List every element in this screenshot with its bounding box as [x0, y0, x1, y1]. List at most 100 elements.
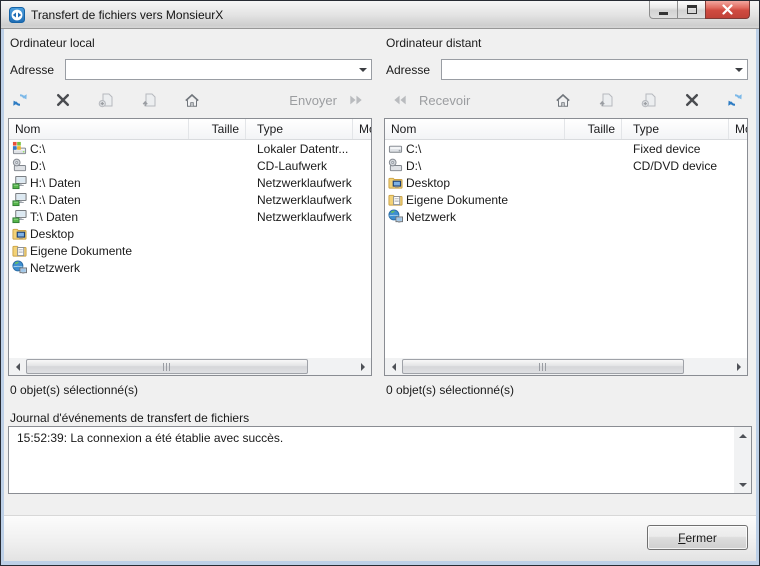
action-label: Recevoir	[419, 92, 471, 108]
column-header-taille[interactable]: Taille	[565, 119, 622, 139]
file-row[interactable]: C:\ Fixed device	[385, 140, 747, 157]
maximize-button[interactable]	[677, 1, 706, 19]
parent-folder-button	[598, 92, 615, 109]
chevron-down-icon[interactable]	[354, 60, 371, 79]
refresh-button[interactable]	[727, 92, 744, 109]
file-row[interactable]: Netzwerk	[9, 259, 371, 276]
address-label: Adresse	[10, 62, 55, 77]
scrollbar-thumb[interactable]	[26, 359, 309, 374]
close-dialog-button[interactable]: Fermer	[647, 525, 748, 550]
delete-icon	[55, 92, 72, 108]
close-button[interactable]	[705, 1, 750, 19]
scroll-up-button[interactable]	[734, 427, 751, 444]
home-icon	[555, 92, 572, 108]
client-area: Ordinateur local Adresse Envoyer Nom Tai…	[4, 29, 756, 561]
delete-button[interactable]	[684, 92, 701, 109]
refresh-icon	[12, 92, 29, 108]
remote-computer-panel: Ordinateur distant Adresse Recevoir Nom …	[384, 29, 748, 397]
refresh-button[interactable]	[12, 92, 29, 109]
file-row[interactable]: Desktop	[9, 225, 371, 242]
remote-file-list: Nom Taille Type Modifié C:\Fixed deviceD…	[384, 118, 748, 376]
minimize-button[interactable]	[649, 1, 678, 19]
log-entry: 15:52:39: La connexion a été établie ave…	[17, 431, 284, 445]
network-icon	[388, 209, 403, 224]
file-row[interactable]: R:\ Daten Netzwerklaufwerk	[9, 191, 371, 208]
file-row[interactable]: Netzwerk	[385, 208, 747, 225]
scroll-left-button[interactable]	[9, 358, 26, 375]
address-label: Adresse	[386, 62, 431, 77]
file-row[interactable]: C:\ Lokaler Datentr...	[9, 140, 371, 157]
column-header-type[interactable]: Type	[622, 119, 729, 139]
new-folder-icon	[641, 92, 658, 108]
file-name: Eigene Dokumente	[406, 192, 509, 207]
horizontal-scrollbar[interactable]	[385, 358, 747, 375]
local-toolbar: Envoyer	[8, 88, 372, 112]
window-title: Transfert de fichiers vers MonsieurX	[31, 7, 224, 22]
horizontal-scrollbar[interactable]	[9, 358, 371, 375]
file-type: Netzwerklaufwerk	[257, 192, 352, 207]
column-header-nom[interactable]: Nom	[385, 119, 565, 139]
new-folder-button	[641, 92, 658, 109]
file-name: C:\	[30, 141, 46, 156]
delete-icon	[684, 92, 701, 108]
file-row[interactable]: Eigene Dokumente	[9, 242, 371, 259]
file-type: Netzwerklaufwerk	[257, 175, 352, 190]
file-type: CD-Laufwerk	[257, 158, 328, 173]
parent-folder-icon	[141, 92, 158, 108]
column-header-taille[interactable]: Taille	[189, 119, 246, 139]
column-header-modifie[interactable]: Modifié	[729, 119, 747, 139]
scroll-right-button[interactable]	[730, 358, 747, 375]
local-address-input[interactable]	[66, 60, 354, 79]
remote-address-combobox[interactable]	[441, 59, 748, 80]
minimize-icon	[659, 11, 668, 15]
folder-documents-icon	[388, 192, 403, 207]
drive-network-icon	[12, 209, 27, 224]
file-row[interactable]: H:\ Daten Netzwerklaufwerk	[9, 174, 371, 191]
column-header-modifie[interactable]: Modifié	[353, 119, 371, 139]
close-icon	[722, 4, 733, 15]
home-button[interactable]	[555, 92, 572, 109]
vertical-scrollbar[interactable]	[734, 427, 751, 493]
titlebar[interactable]: Transfert de fichiers vers MonsieurX	[1, 1, 759, 29]
remote-toolbar: Recevoir	[384, 88, 748, 112]
local-address-combobox[interactable]	[65, 59, 372, 80]
file-rows: C:\ Lokaler Datentr... D:\ CD-Laufwerk H:\ D…	[9, 140, 371, 276]
remote-address-input[interactable]	[442, 60, 730, 79]
file-row[interactable]: Eigene Dokumente	[385, 191, 747, 208]
file-row[interactable]: Desktop	[385, 174, 747, 191]
file-name: R:\ Daten	[30, 192, 81, 207]
refresh-icon	[727, 92, 744, 108]
column-header-nom[interactable]: Nom	[9, 119, 189, 139]
file-row[interactable]: D:\ CD-Laufwerk	[9, 157, 371, 174]
file-transfer-window: Transfert de fichiers vers MonsieurX Ord…	[0, 0, 760, 566]
panel-title-remote: Ordinateur distant	[386, 36, 482, 50]
chevrons-right-icon	[346, 93, 366, 107]
scrollbar-track[interactable]	[26, 358, 354, 375]
scrollbar-thumb[interactable]	[402, 359, 685, 374]
scrollbar-track[interactable]	[402, 358, 730, 375]
list-header: Nom Taille Type Modifié	[385, 119, 747, 140]
delete-button[interactable]	[55, 92, 72, 109]
column-header-type[interactable]: Type	[246, 119, 353, 139]
file-name: T:\ Daten	[30, 209, 79, 224]
file-name: D:\	[406, 158, 422, 173]
scroll-left-button[interactable]	[385, 358, 402, 375]
drive-network-icon	[12, 192, 27, 207]
window-controls	[649, 1, 750, 19]
parent-folder-icon	[598, 92, 615, 108]
chevrons-left-icon	[390, 93, 410, 107]
scroll-right-button[interactable]	[354, 358, 371, 375]
new-folder-button	[98, 92, 115, 109]
folder-desktop-icon	[388, 175, 403, 190]
event-log[interactable]: 15:52:39: La connexion a été établie ave…	[8, 426, 752, 494]
file-row[interactable]: T:\ Daten Netzwerklaufwerk	[9, 208, 371, 225]
receive-button: Recevoir	[388, 93, 472, 108]
chevron-down-icon[interactable]	[730, 60, 747, 79]
network-icon	[12, 260, 27, 275]
file-row[interactable]: D:\ CD/DVD device	[385, 157, 747, 174]
send-button: Envoyer	[287, 93, 368, 108]
scroll-down-button[interactable]	[734, 476, 751, 493]
file-name: Netzwerk	[30, 260, 81, 275]
home-button[interactable]	[184, 92, 201, 109]
local-computer-panel: Ordinateur local Adresse Envoyer Nom Tai…	[8, 29, 372, 397]
